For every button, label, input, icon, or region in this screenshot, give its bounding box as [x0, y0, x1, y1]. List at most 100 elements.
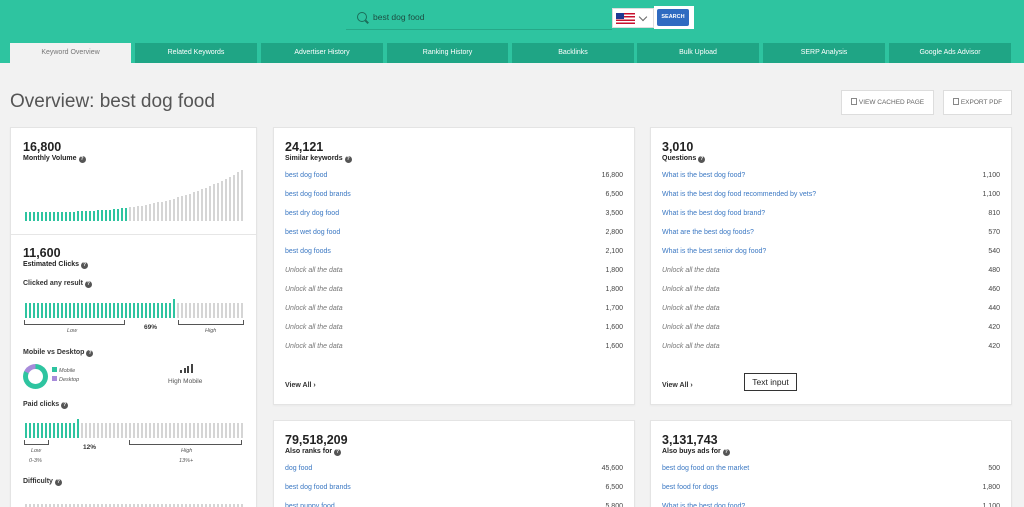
keyword-link[interactable]: best dog foods: [285, 248, 331, 255]
gauge-bar: [133, 423, 135, 438]
help-icon[interactable]: ?: [334, 449, 342, 456]
volume-bar: [241, 170, 243, 221]
volume-bar: [145, 204, 147, 221]
help-icon[interactable]: ?: [344, 156, 352, 163]
keyword-row: Unlock all the data 440: [662, 305, 1000, 324]
chevron-right-icon: ›: [313, 382, 316, 389]
gauge-bar: [189, 423, 191, 438]
keyword-link[interactable]: What is the best dog food brand?: [662, 210, 765, 217]
volume-bar: [77, 211, 79, 221]
keyword-link[interactable]: What is the best dog food recommended by…: [662, 191, 816, 198]
tab-ranking-history[interactable]: Ranking History: [387, 43, 508, 63]
help-icon[interactable]: ?: [61, 402, 69, 409]
gauge-bar: [101, 303, 103, 318]
tab-backlinks[interactable]: Backlinks: [512, 43, 634, 63]
keyword-row: Unlock all the data 1,800: [285, 286, 623, 305]
gauge-bar: [25, 423, 27, 438]
gauge-bar: [241, 303, 243, 318]
unlock-data-link[interactable]: Unlock all the data: [662, 267, 720, 274]
tab-keyword-overview[interactable]: Keyword Overview: [10, 43, 131, 63]
tab-google-ads-advisor[interactable]: Google Ads Advisor: [889, 43, 1011, 63]
keyword-link[interactable]: best dog food: [285, 172, 327, 179]
gauge-bar: [209, 303, 211, 318]
gauge-bar: [241, 423, 243, 438]
gauge-bar: [129, 423, 131, 438]
volume-bar: [45, 211, 47, 221]
tab-related-keywords[interactable]: Related Keywords: [135, 43, 257, 63]
keyword-link[interactable]: dog food: [285, 465, 312, 472]
unlock-data-link[interactable]: Unlock all the data: [285, 343, 343, 350]
help-icon[interactable]: ?: [78, 156, 86, 163]
gauge-bar: [193, 303, 195, 318]
help-icon[interactable]: ?: [722, 449, 730, 456]
help-icon[interactable]: ?: [86, 350, 94, 357]
tab-advertiser-history[interactable]: Advertiser History: [261, 43, 383, 63]
gauge-bar: [117, 303, 119, 318]
gauge-bar: [37, 423, 39, 438]
also-ranks-list: dog food 45,600 best dog food brands 6,500 b…: [285, 465, 623, 507]
gauge-bar: [165, 303, 167, 318]
text-input-field[interactable]: Text input: [744, 373, 797, 391]
search-volume: 420: [988, 343, 1000, 350]
search-icon: [357, 12, 367, 22]
unlock-data-link[interactable]: Unlock all the data: [662, 343, 720, 350]
volume-bar: [113, 209, 115, 221]
help-icon[interactable]: ?: [54, 479, 62, 486]
export-pdf-button[interactable]: EXPORT PDF: [943, 90, 1012, 115]
keyword-link[interactable]: best wet dog food: [285, 229, 340, 236]
questions-view-all-link[interactable]: View All ›: [662, 382, 693, 389]
keyword-link[interactable]: What is the best dog food?: [662, 172, 745, 179]
keyword-link[interactable]: What is the best dog food?: [662, 503, 745, 507]
keyword-link[interactable]: best dog food on the market: [662, 465, 749, 472]
tab-serp-analysis[interactable]: SERP Analysis: [763, 43, 885, 63]
keyword-row: best puppy food 5,800: [285, 503, 623, 507]
gauge-bar: [77, 419, 79, 438]
search-button[interactable]: SEARCH: [657, 9, 689, 26]
keyword-link[interactable]: What are the best dog foods?: [662, 229, 754, 236]
search-query[interactable]: best dog food: [373, 12, 425, 22]
volume-bar: [73, 211, 75, 221]
help-icon[interactable]: ?: [698, 156, 706, 163]
keyword-link[interactable]: best dog food brands: [285, 191, 351, 198]
unlock-data-link[interactable]: Unlock all the data: [662, 286, 720, 293]
help-icon[interactable]: ?: [81, 262, 89, 269]
keyword-link[interactable]: What is the best senior dog food?: [662, 248, 766, 255]
tab-bulk-upload[interactable]: Bulk Upload: [637, 43, 759, 63]
help-icon[interactable]: ?: [84, 281, 92, 288]
unlock-data-link[interactable]: Unlock all the data: [285, 286, 343, 293]
view-cached-page-button[interactable]: VIEW CACHED PAGE: [841, 90, 934, 115]
unlock-data-link[interactable]: Unlock all the data: [662, 324, 720, 331]
volume-bar: [57, 211, 59, 221]
keyword-link[interactable]: best dry dog food: [285, 210, 339, 217]
unlock-data-link[interactable]: Unlock all the data: [285, 305, 343, 312]
search-input[interactable]: best dog food: [346, 6, 612, 30]
gauge-bar: [181, 303, 183, 318]
gauge-bar: [181, 423, 183, 438]
country-select[interactable]: [612, 8, 654, 28]
search-volume: 1,100: [982, 172, 1000, 179]
volume-bar: [85, 211, 87, 221]
gauge-bar: [89, 303, 91, 318]
keyword-link[interactable]: best puppy food: [285, 503, 335, 507]
questions-label-text: Questions: [662, 155, 697, 162]
gauge-bar: [189, 303, 191, 318]
volume-bar: [169, 199, 171, 221]
keyword-row: What is the best dog food recommended by…: [662, 191, 1000, 210]
volume-bar: [177, 197, 179, 221]
volume-bar: [233, 174, 235, 221]
unlock-data-link[interactable]: Unlock all the data: [285, 324, 343, 331]
unlock-data-link[interactable]: Unlock all the data: [662, 305, 720, 312]
gauge-bar: [229, 423, 231, 438]
unlock-data-link[interactable]: Unlock all the data: [285, 267, 343, 274]
gauge-bar: [169, 303, 171, 318]
gauge-bar: [33, 303, 35, 318]
keyword-row: What is the best dog food? 1,100: [662, 503, 1000, 507]
search-volume: 810: [988, 210, 1000, 217]
keyword-link[interactable]: best dog food brands: [285, 484, 351, 491]
keyword-link[interactable]: best food for dogs: [662, 484, 718, 491]
mobile-desktop-label: Mobile vs Desktop?: [23, 349, 94, 357]
keyword-row: Unlock all the data 1,600: [285, 343, 623, 362]
similar-view-all-link[interactable]: View All ›: [285, 382, 316, 389]
volume-bar: [153, 203, 155, 221]
legend-desktop-text: Desktop: [59, 377, 80, 383]
